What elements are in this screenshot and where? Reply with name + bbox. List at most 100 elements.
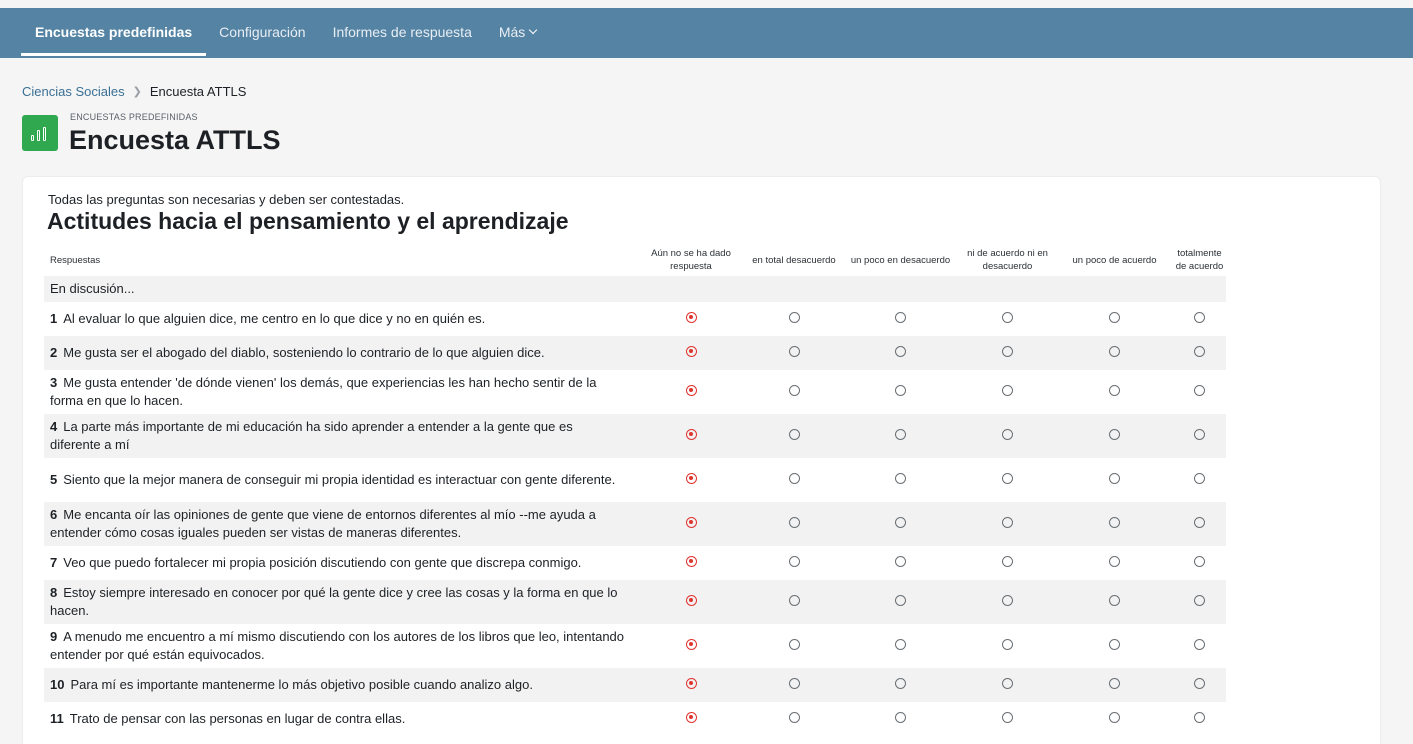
answer-radio-option-4[interactable]: [1002, 678, 1013, 689]
answer-radio-option-2[interactable]: [788, 595, 800, 606]
answer-radio-option-6[interactable]: [1194, 346, 1205, 357]
answer-radio-option-1[interactable]: [685, 639, 697, 650]
answer-radio-option-2[interactable]: [788, 429, 800, 440]
answer-radio-option-2[interactable]: [788, 678, 800, 689]
question-text-cell: 7 Veo que puedo fortalecer mi propia posi…: [44, 546, 636, 580]
answer-radio-option-1[interactable]: [685, 346, 697, 357]
group-label: En discusión...: [44, 276, 1226, 302]
answer-radio-option-4[interactable]: [1002, 556, 1013, 567]
answer-radio-option-2[interactable]: [788, 639, 800, 650]
answer-radio-option-1[interactable]: [685, 517, 697, 528]
question-text: Al evaluar lo que alguien dice, me centr…: [63, 311, 486, 326]
answer-radio-option-1[interactable]: [685, 312, 697, 323]
answer-radio-option-5[interactable]: [1109, 678, 1120, 689]
answer-radio-option-2[interactable]: [788, 712, 800, 723]
radio-cell: [746, 370, 842, 414]
answer-radio-option-1[interactable]: [685, 712, 697, 723]
answer-radio-option-3[interactable]: [895, 712, 906, 723]
answer-radio-option-6[interactable]: [1194, 712, 1205, 723]
radio-cell: [1056, 624, 1173, 668]
answer-radio-option-5[interactable]: [1109, 312, 1120, 323]
answer-radio-option-4[interactable]: [1002, 595, 1013, 606]
answer-radio-option-3[interactable]: [895, 639, 906, 650]
radio-cell: [842, 624, 959, 668]
answer-radio-option-5[interactable]: [1109, 385, 1120, 396]
answer-radio-option-2[interactable]: [788, 312, 800, 323]
answer-radio-option-5[interactable]: [1109, 517, 1120, 528]
question-row: 11 Trato de pensar con las personas en lu…: [44, 702, 1226, 736]
tab-encuestas-predefinidas[interactable]: Encuestas predefinidas: [20, 8, 207, 56]
radio-cell: [1173, 546, 1226, 580]
answer-radio-option-2[interactable]: [788, 517, 800, 528]
answer-radio-option-1[interactable]: [685, 595, 697, 606]
radio-cell: [1056, 702, 1173, 736]
answer-radio-option-4[interactable]: [1002, 429, 1013, 440]
radio-cell: [1173, 702, 1226, 736]
answer-radio-option-3[interactable]: [895, 346, 906, 357]
question-row: 9A menudo me encuentro a mí mismo discut…: [44, 624, 1226, 668]
answer-radio-option-6[interactable]: [1194, 678, 1205, 689]
answer-radio-option-1[interactable]: [685, 429, 697, 440]
answer-radio-option-4[interactable]: [1002, 473, 1013, 484]
radio-cell: [1173, 336, 1226, 370]
radio-cell: [636, 668, 746, 702]
radio-cell: [636, 458, 746, 502]
tab-informes-de-respuesta[interactable]: Informes de respuesta: [333, 8, 472, 56]
answer-radio-option-2[interactable]: [788, 473, 800, 484]
answer-radio-option-1[interactable]: [685, 678, 697, 689]
tab-configuracion[interactable]: Configuración: [219, 8, 305, 56]
answer-radio-option-4[interactable]: [1002, 346, 1013, 357]
question-row: 1 Al evaluar lo que alguien dice, me cent…: [44, 302, 1226, 336]
answer-radio-option-5[interactable]: [1109, 639, 1120, 650]
answer-radio-option-2[interactable]: [788, 385, 800, 396]
answer-radio-option-6[interactable]: [1194, 556, 1205, 567]
answer-radio-option-1[interactable]: [685, 556, 697, 567]
column-header-option: un poco de acuerdo: [1072, 254, 1157, 266]
answer-radio-option-6[interactable]: [1194, 639, 1205, 650]
question-text: Me encanta oír las opiniones de gente qu…: [50, 507, 596, 540]
answer-radio-option-4[interactable]: [1002, 312, 1013, 323]
answer-radio-option-3[interactable]: [895, 517, 906, 528]
answer-radio-option-6[interactable]: [1194, 312, 1205, 323]
radio-cell: [842, 414, 959, 458]
answer-radio-option-6[interactable]: [1194, 429, 1205, 440]
answer-radio-option-5[interactable]: [1109, 473, 1120, 484]
radio-cell: [842, 546, 959, 580]
radio-cell: [959, 302, 1056, 336]
radio-cell: [636, 624, 746, 668]
radio-cell: [842, 502, 959, 546]
answer-radio-option-3[interactable]: [895, 429, 906, 440]
tab-label: Más: [498, 24, 526, 40]
answer-radio-option-3[interactable]: [895, 312, 906, 323]
radio-cell: [1173, 414, 1226, 458]
answer-radio-option-6[interactable]: [1194, 385, 1205, 396]
breadcrumb-link-course[interactable]: Ciencias Sociales: [22, 84, 125, 99]
question-text-cell: 1 Al evaluar lo que alguien dice, me cent…: [44, 302, 636, 336]
answer-radio-option-5[interactable]: [1109, 429, 1120, 440]
answer-radio-option-5[interactable]: [1109, 712, 1120, 723]
tab-mas-dropdown[interactable]: Más: [498, 8, 538, 56]
answer-radio-option-4[interactable]: [1002, 385, 1013, 396]
answer-radio-option-5[interactable]: [1109, 595, 1120, 606]
answer-radio-option-1[interactable]: [685, 385, 697, 396]
column-header-option: un poco en desacuerdo: [850, 254, 951, 266]
answer-radio-option-6[interactable]: [1194, 473, 1205, 484]
answer-radio-option-6[interactable]: [1194, 517, 1205, 528]
answer-radio-option-1[interactable]: [685, 473, 697, 484]
answer-radio-option-3[interactable]: [895, 678, 906, 689]
answer-radio-option-5[interactable]: [1109, 346, 1120, 357]
answer-radio-option-2[interactable]: [788, 346, 800, 357]
answer-radio-option-2[interactable]: [788, 556, 800, 567]
answer-radio-option-3[interactable]: [895, 385, 906, 396]
answer-radio-option-4[interactable]: [1002, 639, 1013, 650]
answer-radio-option-6[interactable]: [1194, 595, 1205, 606]
column-header-option: ni de acuerdo ni en desacuerdo: [967, 248, 1048, 272]
answer-radio-option-3[interactable]: [895, 595, 906, 606]
answer-radio-option-4[interactable]: [1002, 517, 1013, 528]
radio-cell: [842, 370, 959, 414]
answer-radio-option-4[interactable]: [1002, 712, 1013, 723]
answer-radio-option-3[interactable]: [895, 473, 906, 484]
answer-radio-option-3[interactable]: [895, 556, 906, 567]
answer-radio-option-5[interactable]: [1109, 556, 1120, 567]
question-text: Siento que la mejor manera de conseguir …: [63, 472, 616, 487]
